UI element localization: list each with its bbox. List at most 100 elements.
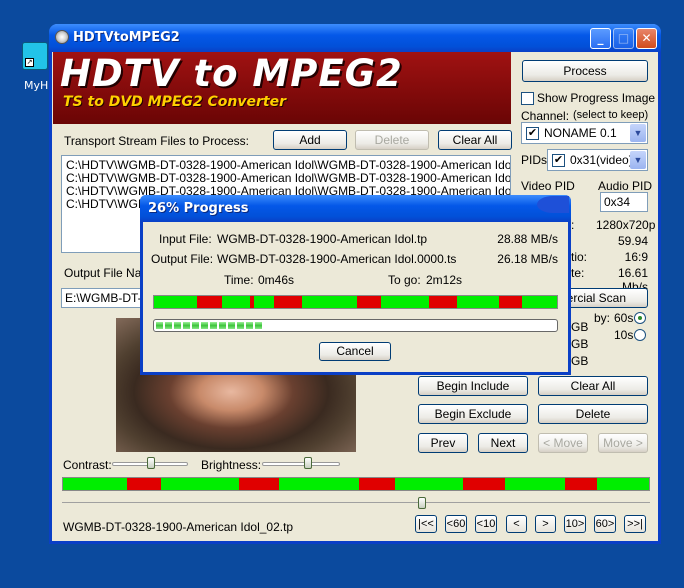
add-button[interactable]: Add <box>273 130 347 150</box>
include-segment <box>597 478 649 490</box>
include-segment <box>161 478 239 490</box>
position-slider-thumb[interactable] <box>418 497 426 509</box>
nav-end-button[interactable]: >>| <box>624 515 646 533</box>
desktop-icon-label: MyHl <box>24 79 52 92</box>
move-right-button[interactable]: Move > <box>598 433 648 453</box>
time-label: Time: <box>224 273 254 287</box>
begin-exclude-button[interactable]: Begin Exclude <box>418 404 528 424</box>
maximize-button[interactable]: □ <box>613 28 634 49</box>
position-slider[interactable] <box>62 502 650 503</box>
nav-forward-10-button[interactable]: 10> <box>564 515 586 533</box>
banner-title: HDTV to MPEG2 <box>60 52 403 95</box>
shortcut-arrow-icon: ↗ <box>25 58 34 67</box>
window-title: HDTVtoMPEG2 <box>73 30 180 45</box>
option-10s-label: 10s <box>614 328 634 342</box>
exclude-segment <box>359 478 395 490</box>
input-file-label: Input File: <box>159 232 212 246</box>
aspect-value: 16:9 <box>624 250 648 264</box>
resolution-value: 1280x720p <box>596 218 656 232</box>
files-label: Transport Stream Files to Process: <box>64 134 249 148</box>
nav-forward-60-button[interactable]: 60> <box>594 515 616 533</box>
include-segment <box>522 296 557 308</box>
banner-subtitle: TS to DVD MPEG2 Converter <box>63 94 286 110</box>
minimize-button[interactable]: _ <box>590 28 611 49</box>
pid-checkbox[interactable]: ✔ <box>552 154 565 167</box>
begin-include-button[interactable]: Begin Include <box>418 376 528 396</box>
exclude-segment <box>565 478 597 490</box>
channel-select[interactable]: ✔ NONAME 0.1 ▼ <box>521 122 648 144</box>
app-icon <box>55 30 69 44</box>
include-segment <box>154 296 197 308</box>
progress-bar <box>153 319 558 332</box>
channel-checkbox[interactable]: ✔ <box>526 127 539 140</box>
time-value: 0m46s <box>258 273 295 287</box>
output-file-label: Output File Nam <box>64 266 152 280</box>
progress-block <box>246 322 253 329</box>
channel-value: NONAME 0.1 <box>544 126 617 140</box>
size-gb-label: GB <box>571 337 589 351</box>
next-button[interactable]: Next <box>478 433 528 453</box>
include-segment <box>457 296 499 308</box>
status-filename: WGMB-DT-0328-1900-American Idol_02.tp <box>63 520 294 534</box>
size-gb-label: GB <box>571 320 589 334</box>
input-rate: 28.88 MB/s <box>497 232 558 246</box>
exclude-segment <box>127 478 161 490</box>
size-gb-label: GB <box>571 354 589 368</box>
progress-block <box>183 322 190 329</box>
clear-all-files-button[interactable]: Clear All <box>438 130 512 150</box>
pids-value: 0x31(video) <box>570 153 633 167</box>
contrast-slider-thumb[interactable] <box>147 457 155 469</box>
option-60s-radio[interactable] <box>634 312 646 324</box>
progress-block <box>174 322 181 329</box>
bitrate-label: te: <box>571 266 585 280</box>
pids-select[interactable]: ✔ 0x31(video) ▼ <box>547 149 648 171</box>
nav-back-1-button[interactable]: < <box>506 515 527 533</box>
nav-back-10-button[interactable]: <10 <box>475 515 497 533</box>
progress-block <box>255 322 262 329</box>
framerate-value: 59.94 <box>617 234 648 248</box>
exclude-segment <box>197 296 222 308</box>
pids-label: PIDs: <box>521 153 551 167</box>
output-file-label-dialog: Output File: <box>151 252 214 266</box>
nav-start-button[interactable]: |<< <box>415 515 437 533</box>
desktop-shortcut-icon[interactable]: ↗ <box>22 42 48 70</box>
cancel-button[interactable]: Cancel <box>319 342 391 361</box>
aspect-label: tio: <box>571 250 588 264</box>
timeline-segment-bar[interactable] <box>62 477 650 491</box>
show-progress-label: Show Progress Image <box>537 91 656 105</box>
process-button[interactable]: Process <box>522 60 648 82</box>
chevron-down-icon[interactable]: ▼ <box>630 124 646 142</box>
option-10s-radio[interactable] <box>634 329 646 341</box>
exclude-segment <box>499 296 522 308</box>
progress-block <box>219 322 226 329</box>
clear-all-marks-button[interactable]: Clear All <box>538 376 648 396</box>
close-button[interactable]: ✕ <box>636 28 657 49</box>
dialog-segment-bar <box>153 295 558 309</box>
nav-forward-1-button[interactable]: > <box>535 515 556 533</box>
option-60s-label: 60s <box>614 311 634 325</box>
show-progress-checkbox[interactable] <box>521 92 534 105</box>
brightness-slider-thumb[interactable] <box>304 457 312 469</box>
progress-block <box>201 322 208 329</box>
nav-back-60-button[interactable]: <60 <box>445 515 467 533</box>
output-file-input[interactable]: E:\WGMB-DT- <box>61 288 141 308</box>
input-file-name: WGMB-DT-0328-1900-American Idol.tp <box>217 232 428 246</box>
resolution-label: : <box>571 218 575 232</box>
move-left-button[interactable]: < Move <box>538 433 588 453</box>
to-go-value: 2m12s <box>426 273 463 287</box>
progress-block <box>192 322 199 329</box>
delete-file-button[interactable]: Delete <box>355 130 429 150</box>
delete-mark-button[interactable]: Delete <box>538 404 648 424</box>
exclude-segment <box>463 478 505 490</box>
contrast-label: Contrast: <box>63 458 112 472</box>
include-segment <box>395 478 463 490</box>
audio-pid-input[interactable]: 0x34 <box>600 192 648 212</box>
chevron-down-icon[interactable]: ▼ <box>630 151 646 169</box>
brightness-slider[interactable] <box>262 462 340 466</box>
audio-pid-label: Audio PID <box>598 179 653 193</box>
include-segment <box>302 296 357 308</box>
progress-block <box>210 322 217 329</box>
prev-button[interactable]: Prev <box>418 433 468 453</box>
progress-block <box>228 322 235 329</box>
include-segment <box>279 478 359 490</box>
